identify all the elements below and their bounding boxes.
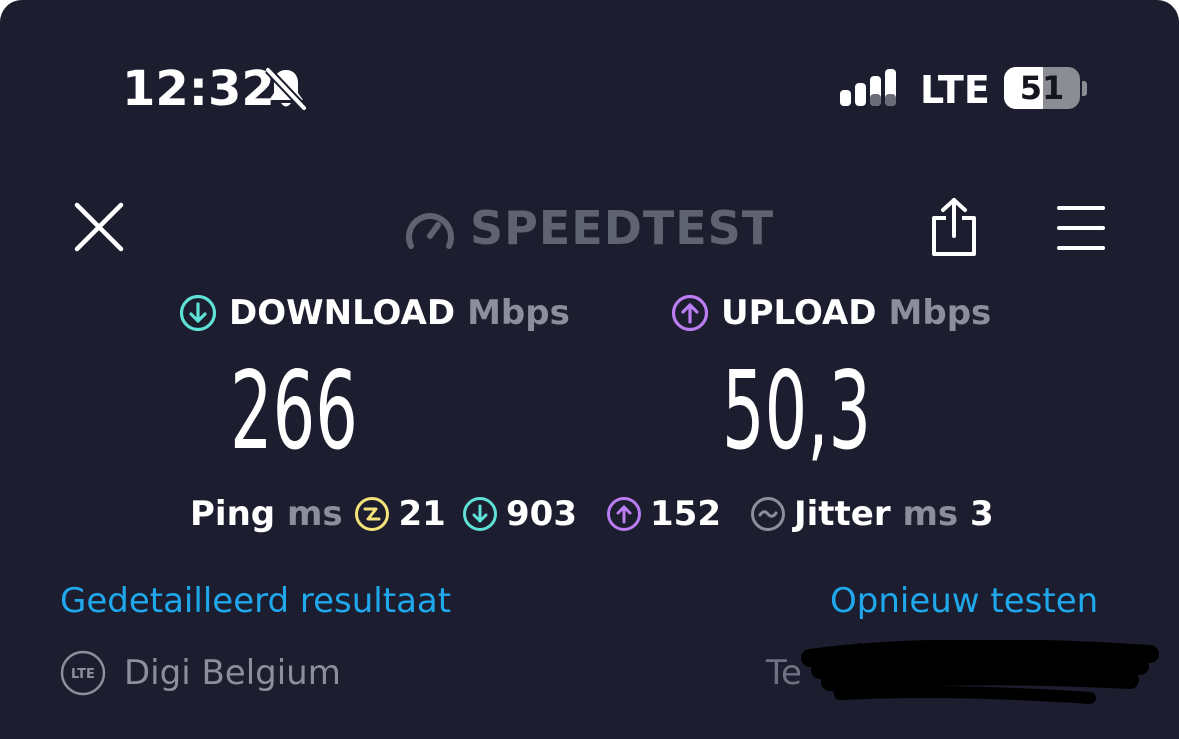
menu-icon[interactable] <box>1056 204 1106 252</box>
cellular-signal-icon <box>840 69 896 106</box>
network-type: LTE <box>920 68 990 112</box>
ping-unit: ms <box>286 494 343 534</box>
lte-badge-text: LTE <box>71 667 95 682</box>
test-again-link[interactable]: Opnieuw testen <box>830 578 1098 624</box>
arrow-down-circle-icon <box>179 294 217 332</box>
ping-metric: Ping ms 21 <box>190 492 446 536</box>
upload-latency-metric: 152 <box>606 492 721 536</box>
close-icon[interactable] <box>72 200 126 254</box>
redaction-scribble <box>801 640 1159 704</box>
download-latency-value: 903 <box>506 494 577 534</box>
lte-badge-icon: LTE <box>60 650 106 696</box>
detailed-result-link[interactable]: Gedetailleerd resultaat <box>60 578 451 624</box>
upload-latency-icon <box>607 497 641 531</box>
status-time: 12:32 <box>122 61 275 117</box>
test-id-start: Te <box>766 653 802 693</box>
provider-name: Digi Belgium <box>124 653 341 693</box>
battery-nub <box>1082 81 1087 96</box>
battery-indicator: 51 <box>1004 67 1080 109</box>
bell-slash-icon <box>265 67 307 111</box>
speedtest-result-screen: 12:32 LTE 51 SPEEDTEST DOWNLOAD Mbps UPL… <box>0 0 1179 739</box>
download-latency-metric: 903 <box>462 492 577 536</box>
upload-latency-value: 152 <box>650 494 721 534</box>
jitter-label: Jitter <box>794 494 891 534</box>
speedometer-icon <box>406 213 454 249</box>
arrow-up-circle-icon <box>671 294 709 332</box>
ping-label: Ping <box>190 494 276 534</box>
upload-unit: Mbps <box>888 293 992 333</box>
download-speed-value: 266 <box>230 349 358 474</box>
speedtest-logo: SPEEDTEST <box>404 202 774 254</box>
download-latency-icon <box>463 497 497 531</box>
download-label: DOWNLOAD <box>229 293 456 333</box>
upload-label: UPLOAD <box>721 293 877 333</box>
upload-speed-value: 50,3 <box>722 349 872 474</box>
jitter-value: 3 <box>970 494 994 534</box>
download-unit: Mbps <box>467 293 570 333</box>
logo-text: SPEEDTEST <box>470 201 775 255</box>
share-icon[interactable] <box>928 196 980 258</box>
jitter-icon <box>751 497 785 531</box>
battery-level: 51 <box>1019 69 1065 107</box>
ping-idle-value: 21 <box>398 494 446 534</box>
jitter-unit: ms <box>902 494 959 534</box>
jitter-metric: Jitter ms 3 <box>750 492 994 536</box>
idle-latency-icon <box>355 497 390 531</box>
